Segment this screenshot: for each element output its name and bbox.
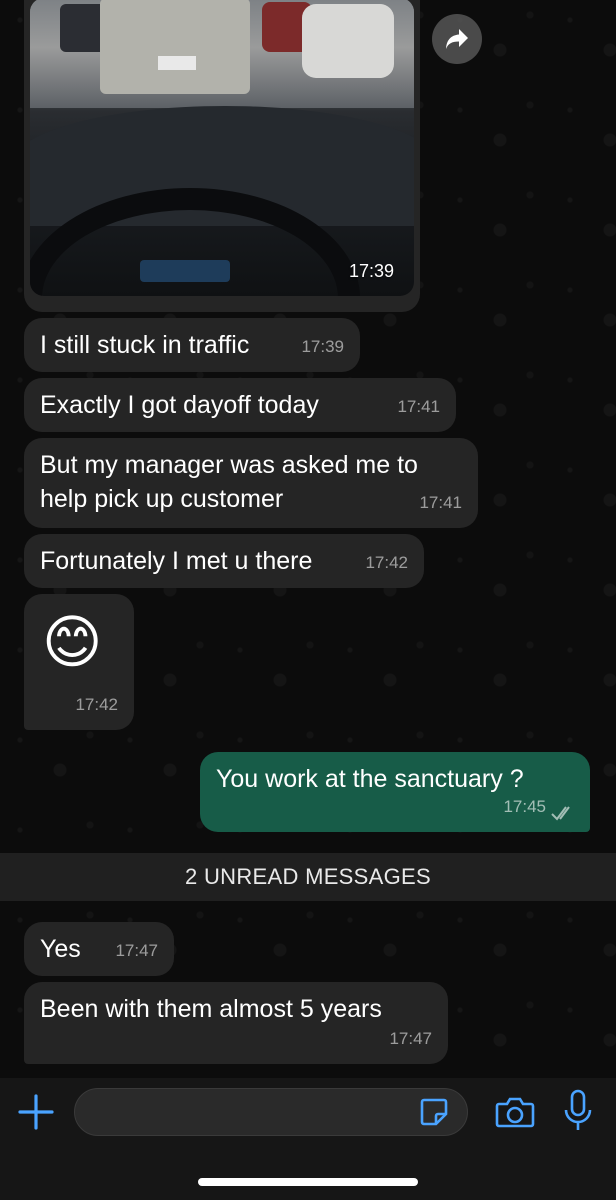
message-time: 17:42 — [75, 695, 118, 714]
photo-instrument-cluster — [140, 260, 230, 282]
message-time: 17:42 — [365, 553, 408, 572]
message-bubble-incoming[interactable]: I still stuck in traffic 17:39 — [24, 318, 360, 372]
emoji-smile: 😊 — [42, 610, 103, 675]
message-text: Fortunately I met u there — [40, 547, 313, 575]
message-text: But my manager was asked me to help pick… — [40, 451, 418, 513]
message-bubble-incoming[interactable]: 😊 17:42 — [24, 594, 134, 730]
unread-messages-divider: 2 UNREAD MESSAGES — [0, 853, 616, 901]
home-indicator[interactable] — [198, 1178, 418, 1186]
message-text: Been with them almost 5 years — [40, 995, 382, 1023]
message-time: 17:39 — [301, 337, 344, 356]
message-bubble-outgoing[interactable]: You work at the sanctuary ? 17:45 — [200, 752, 590, 832]
photo-message[interactable]: 17:39 — [24, 0, 420, 312]
double-check-icon — [551, 806, 570, 821]
message-bubble-incoming[interactable]: Yes 17:47 — [24, 922, 174, 976]
camera-icon — [495, 1097, 535, 1128]
message-text: Exactly I got dayoff today — [40, 391, 319, 419]
message-text: Yes — [40, 935, 81, 963]
forward-button[interactable] — [432, 14, 482, 64]
microphone-button[interactable] — [562, 1088, 594, 1134]
camera-button[interactable] — [494, 1092, 536, 1132]
forward-icon — [446, 29, 468, 49]
photo-truck — [100, 0, 250, 94]
message-time: 17:45 — [503, 797, 546, 816]
plus-icon — [18, 1094, 54, 1130]
message-bubble-incoming[interactable]: Been with them almost 5 years 17:47 — [24, 982, 448, 1064]
sticker-button[interactable] — [418, 1096, 450, 1128]
microphone-icon — [564, 1089, 592, 1130]
message-bubble-incoming[interactable]: Fortunately I met u there 17:42 — [24, 534, 424, 588]
message-time: 17:39 — [348, 261, 394, 281]
traffic-photo[interactable]: 17:39 — [30, 0, 414, 296]
photo-car — [302, 4, 394, 78]
message-input[interactable] — [74, 1088, 468, 1136]
message-time: 17:41 — [419, 493, 462, 512]
message-text: You work at the sanctuary ? — [216, 765, 524, 793]
message-time: 17:47 — [389, 1029, 432, 1048]
message-bubble-incoming[interactable]: But my manager was asked me to help pick… — [24, 438, 478, 528]
attach-button[interactable] — [16, 1092, 56, 1132]
message-text: I still stuck in traffic — [40, 331, 250, 359]
message-time: 17:41 — [397, 397, 440, 416]
unread-divider-label: 2 UNREAD MESSAGES — [185, 864, 431, 889]
sticker-icon — [420, 1098, 448, 1126]
message-time: 17:47 — [115, 941, 158, 960]
message-bubble-incoming[interactable]: Exactly I got dayoff today 17:41 — [24, 378, 456, 432]
